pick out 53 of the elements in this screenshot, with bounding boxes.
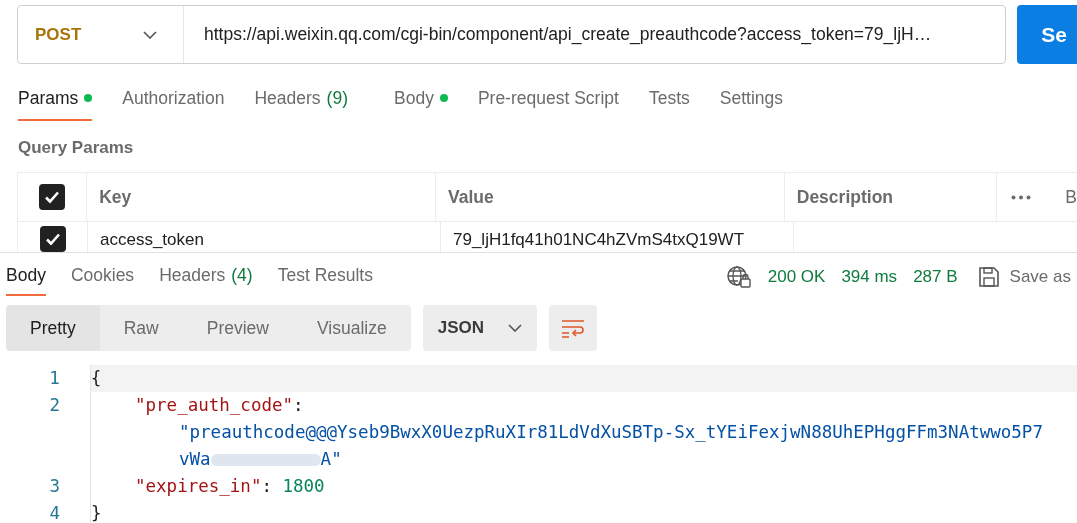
json-punctuation: {	[90, 367, 102, 390]
request-tab[interactable]: Authorization	[122, 77, 225, 121]
save-icon	[977, 265, 1000, 288]
json-punctuation: :	[261, 475, 273, 498]
request-tab[interactable]: Tests	[648, 77, 690, 121]
request-tab[interactable]: Pre-request Script	[477, 77, 619, 121]
request-tab[interactable]: Headers (9)	[254, 77, 348, 121]
response-tab[interactable]: Test Results	[277, 257, 373, 296]
globe-lock-icon	[725, 264, 752, 289]
chevron-down-icon	[143, 30, 157, 39]
response-tab[interactable]: Body	[6, 257, 46, 296]
request-tab[interactable]: Settings	[719, 77, 783, 121]
save-as-button[interactable]: Save as	[977, 263, 1071, 290]
json-string: "preauthcode@@@Yseb9BwxX0UezpRuXIr81LdVdXuSBTp-Sx_tYEiFexjwN88UhEPHggFFm3NAtwwo5P7	[179, 422, 1043, 442]
column-header: Value	[447, 186, 494, 210]
json-key: "pre_auth_code"	[135, 392, 294, 419]
wrap-lines-icon	[560, 318, 585, 338]
send-button[interactable]: Se	[1017, 5, 1077, 64]
response-size: 287 B	[913, 265, 958, 288]
json-key: "expires_in"	[135, 473, 262, 500]
view-mode-tab[interactable]: Raw	[99, 305, 183, 351]
response-tab[interactable]: Headers (4)	[159, 257, 253, 296]
line-number: 4	[49, 503, 60, 523]
chevron-down-icon	[507, 324, 522, 332]
line-number: 2	[49, 395, 60, 415]
bulk-edit-link[interactable]: B	[1065, 184, 1077, 211]
json-punctuation: :	[293, 394, 304, 417]
request-tab[interactable]: Params	[18, 77, 93, 121]
wrap-lines-button[interactable]	[548, 305, 597, 351]
column-header: Key	[99, 186, 132, 210]
response-time: 394 ms	[841, 265, 898, 288]
line-number: 3	[49, 476, 60, 496]
response-tab[interactable]: Cookies	[70, 257, 135, 296]
line-number: 1	[49, 368, 60, 388]
section-title: Query Params	[18, 138, 134, 157]
format-dropdown[interactable]: JSON	[422, 305, 537, 351]
checkbox[interactable]	[39, 184, 66, 211]
checkbox[interactable]	[39, 226, 66, 252]
table-cell-text: 79_ljH1fq41h01NC4hZVmS4txQ19WT	[453, 228, 745, 251]
method-dropdown[interactable]: POST	[18, 6, 184, 63]
column-header: Description	[796, 186, 894, 210]
table-cell-text: access_token	[100, 228, 204, 251]
request-tab[interactable]: Body	[394, 77, 448, 121]
json-string: vWa	[179, 448, 211, 471]
json-string: A"	[320, 448, 342, 471]
view-mode-tab[interactable]: Visualize	[293, 305, 411, 351]
more-icon	[1011, 194, 1032, 200]
status-code: 200 OK	[767, 265, 826, 288]
view-mode-tab[interactable]: Preview	[182, 305, 293, 351]
url-field[interactable]: https://api.weixin.qq.com/cgi-bin/component/api_create_preauthcode?access_token=79_ljH…	[184, 21, 932, 48]
view-mode-tab[interactable]: Pretty	[6, 305, 100, 351]
json-number: 1800	[282, 475, 325, 498]
json-punctuation: }	[91, 502, 102, 523]
